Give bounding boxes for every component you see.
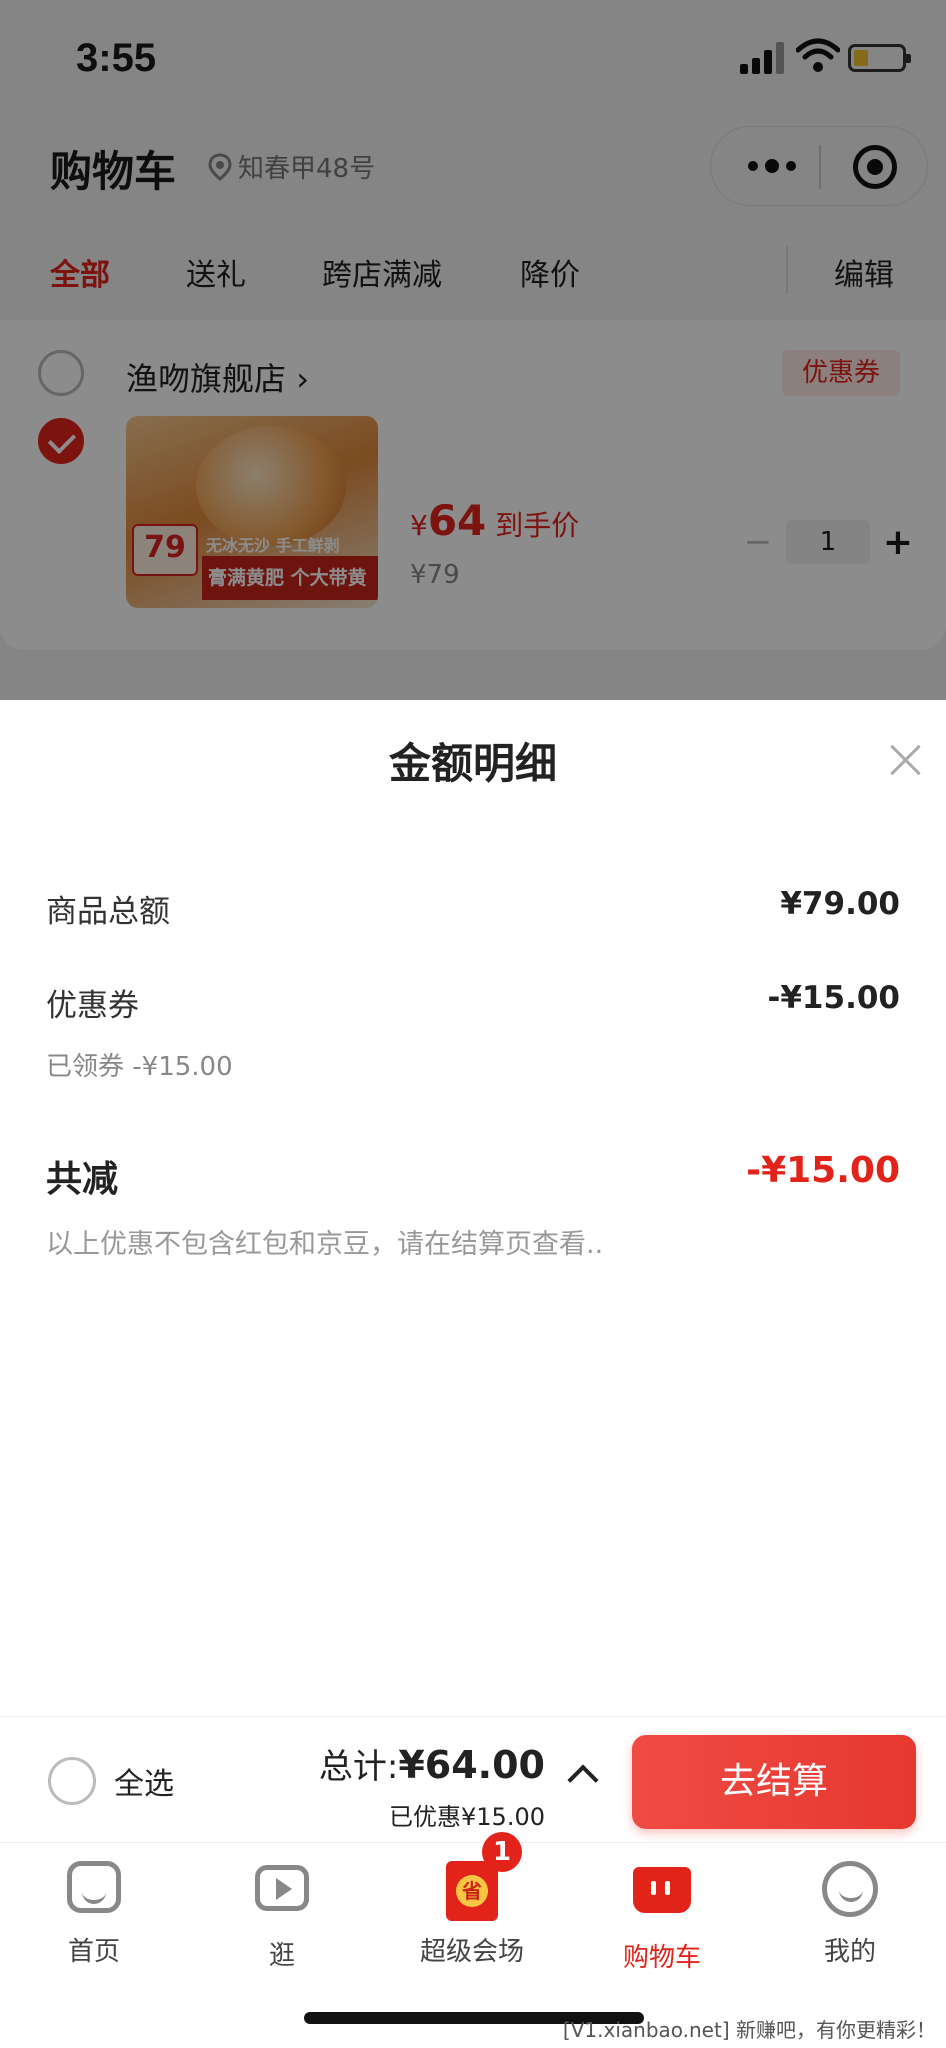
coupon-label: 优惠券 — [46, 988, 139, 1024]
tabbar-label: 我的 — [823, 1937, 876, 1967]
tabbar-label: 首页 — [67, 1937, 120, 1967]
select-all[interactable]: 全选 — [48, 1757, 174, 1805]
tabbar-label: 逛 — [268, 1941, 295, 1971]
total-amount: 总计:¥64.00 — [318, 1743, 545, 1787]
checkout-bar: 全选 总计:¥64.00 已优惠¥15.00 去结算 — [0, 1716, 946, 1842]
total-reduce-value: -¥15.00 — [746, 1150, 900, 1191]
cart-icon — [633, 1867, 691, 1913]
tabbar-label: 购物车 — [622, 1943, 701, 1973]
select-all-checkbox[interactable] — [48, 1757, 96, 1805]
bottom-tabbar: 首页 逛 超级会场 购物车 我的 — [0, 1842, 946, 1982]
discount-note: 以上优惠不包含红包和京豆，请在结算页查看.. — [46, 1229, 604, 1260]
tabbar-item-profile[interactable]: 我的 — [790, 1861, 910, 1968]
select-all-label: 全选 — [114, 1767, 174, 1802]
coupon-sub-label: 已领券 -¥15.00 — [46, 1052, 233, 1082]
close-icon[interactable] — [886, 740, 926, 780]
sheet-title: 金额明细 — [388, 739, 557, 788]
goods-total-value: ¥79.00 — [780, 886, 900, 922]
tabbar-item-browse[interactable]: 逛 — [222, 1861, 342, 1972]
tabbar-item-cart[interactable]: 购物车 — [602, 1861, 722, 1974]
goods-total-label: 商品总额 — [46, 894, 170, 930]
venue-badge: 1 — [482, 1832, 522, 1872]
video-icon — [255, 1865, 309, 1911]
tabbar-item-home[interactable]: 首页 — [34, 1861, 154, 1968]
profile-icon — [822, 1861, 878, 1917]
chevron-up-icon[interactable] — [567, 1764, 599, 1796]
amount-detail-sheet — [0, 700, 946, 1720]
venue-icon — [446, 1861, 498, 1921]
total-reduce-label: 共减 — [46, 1159, 119, 1200]
home-icon — [67, 1861, 121, 1913]
tabbar-label: 超级会场 — [419, 1937, 524, 1967]
checkout-button[interactable]: 去结算 — [632, 1735, 916, 1829]
saved-amount: 已优惠¥15.00 — [389, 1803, 545, 1831]
modal-overlay[interactable] — [0, 0, 946, 700]
watermark-text: [V1.xianbao.net] 新赚吧，有你更精彩！ — [562, 2018, 936, 2042]
tabbar-item-venue[interactable]: 超级会场 — [412, 1861, 532, 1968]
coupon-value: -¥15.00 — [767, 980, 901, 1016]
